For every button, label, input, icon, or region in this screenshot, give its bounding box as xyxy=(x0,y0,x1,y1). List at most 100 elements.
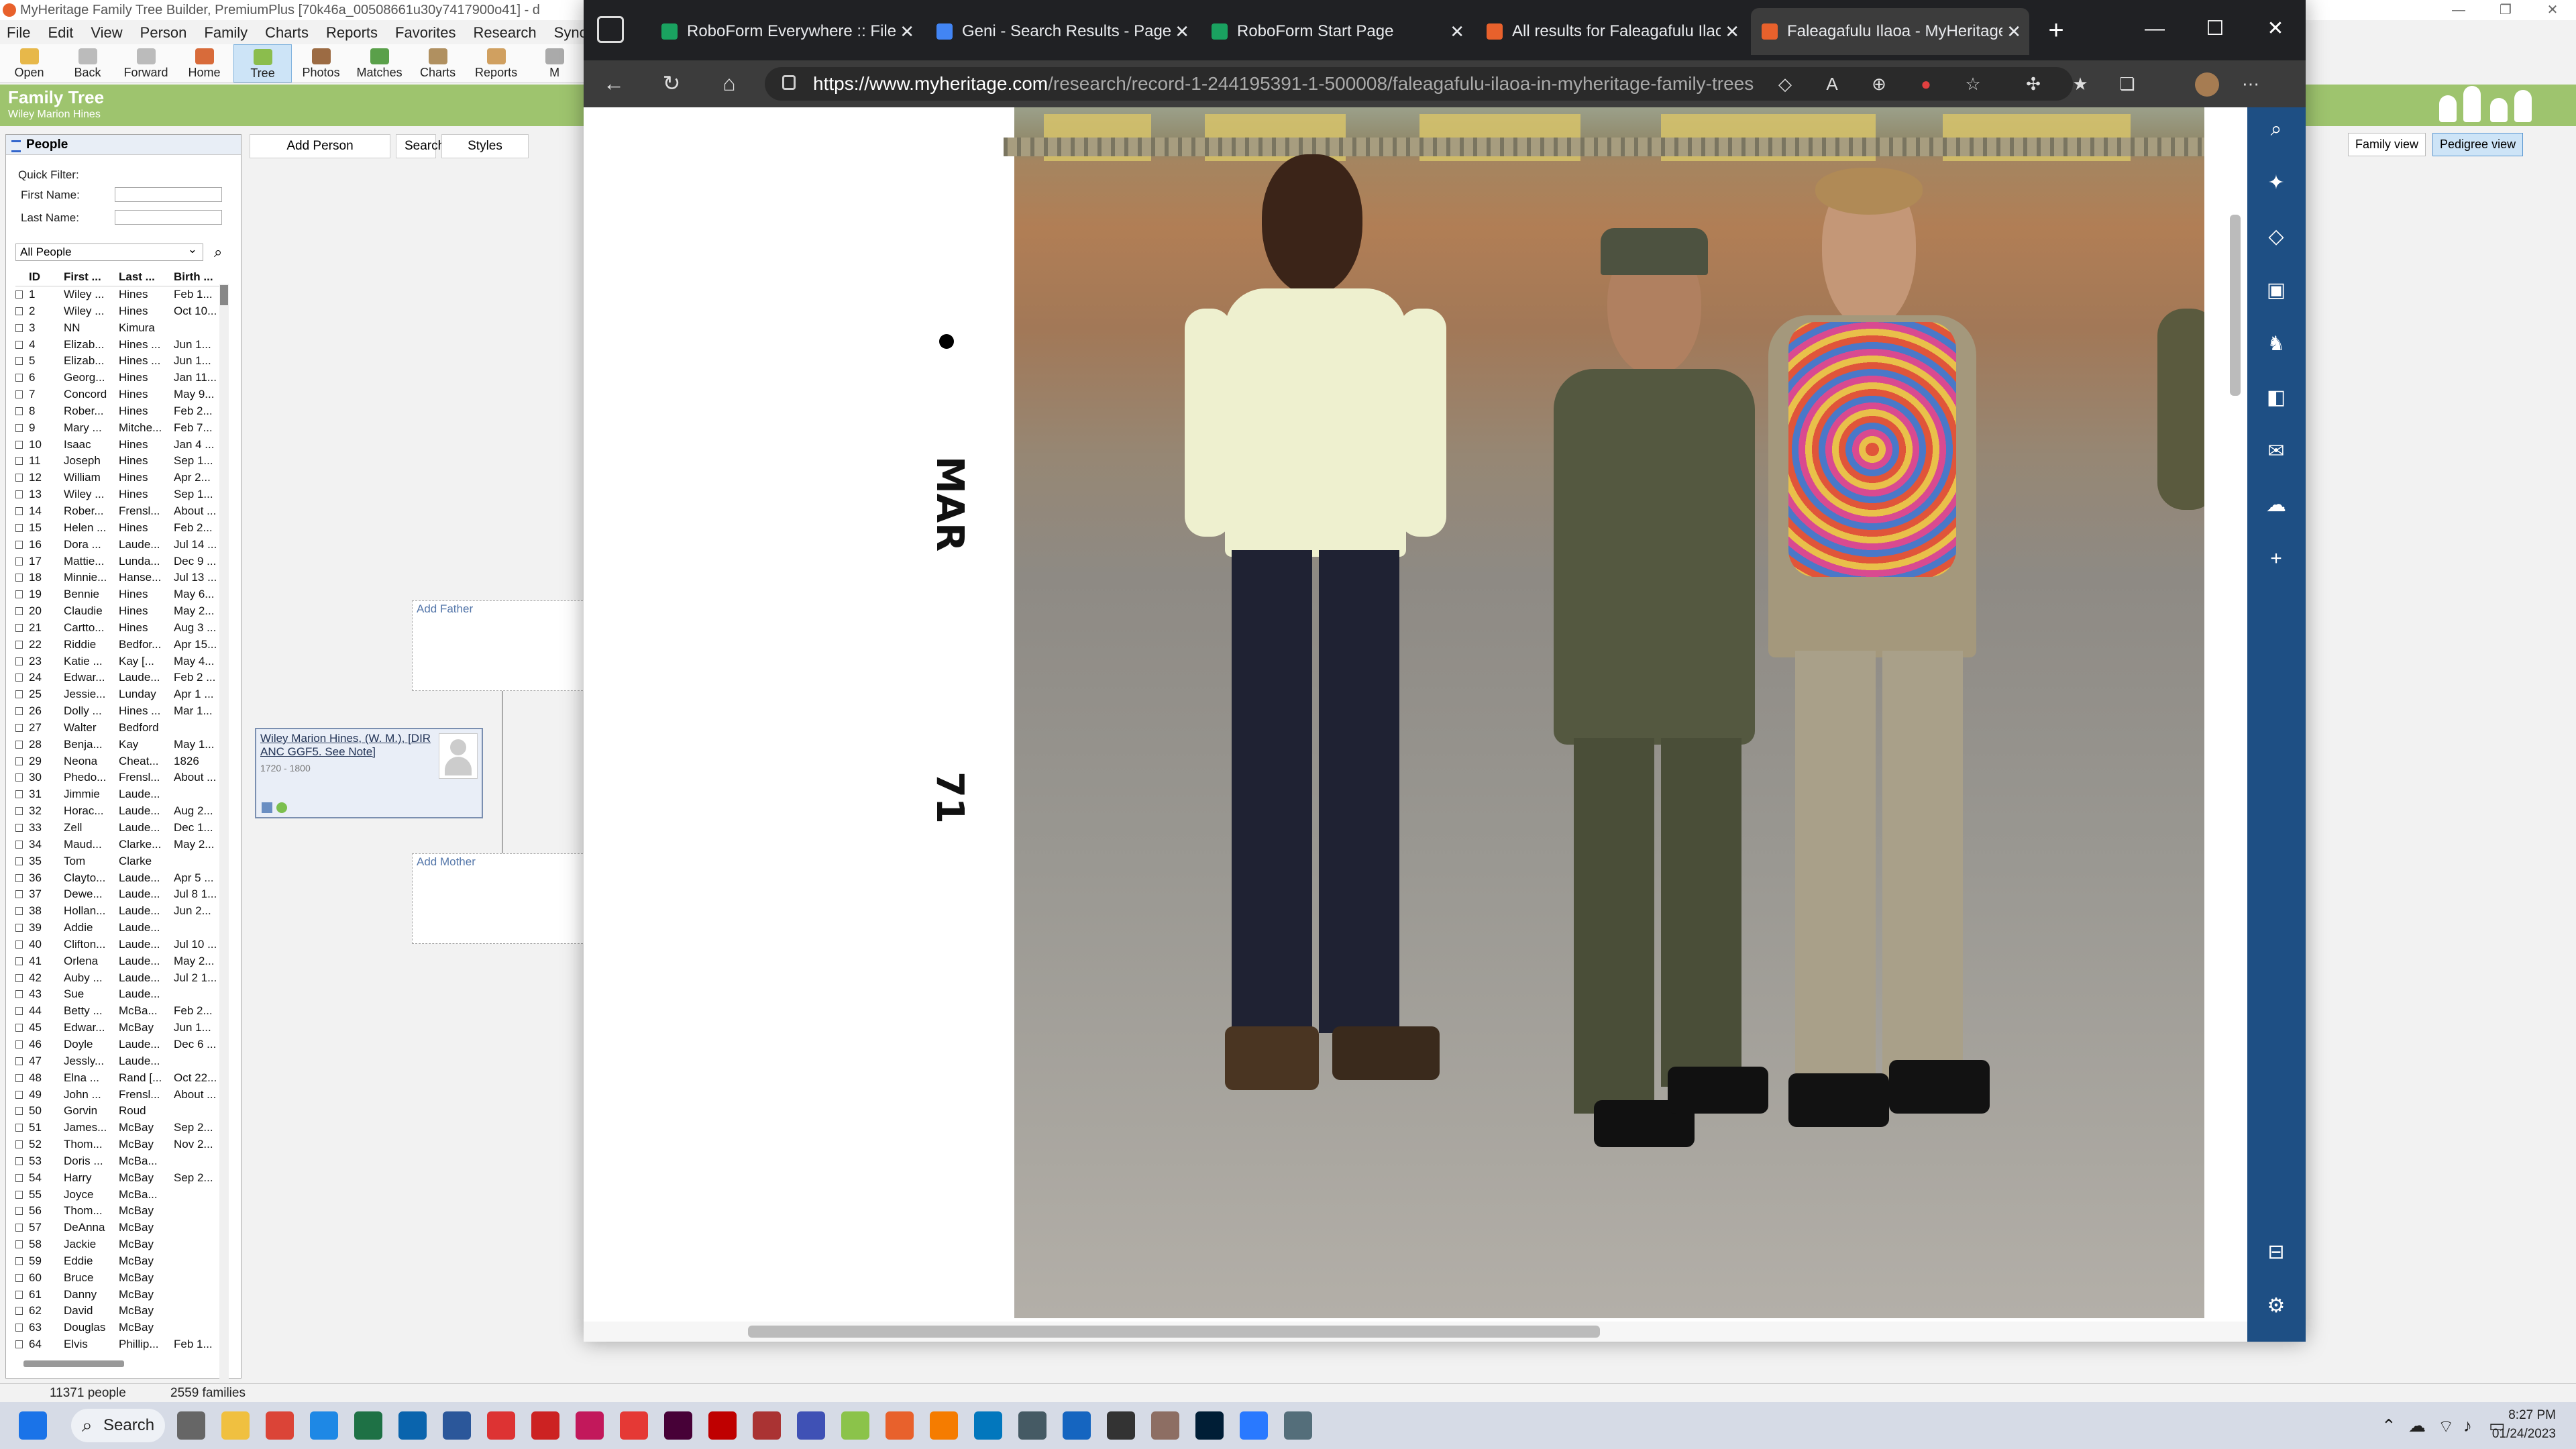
toolbar-tree-button[interactable]: Tree xyxy=(233,44,292,83)
table-row[interactable]: 9 Mary ... Mitche... Feb 7... xyxy=(15,420,229,437)
table-row[interactable]: 36 Clayto... Laude... Apr 5 ... xyxy=(15,870,229,887)
page-horizontal-scrollbar[interactable] xyxy=(584,1322,2247,1342)
favorite-add-icon[interactable]: ☆ xyxy=(1963,74,1983,94)
table-row[interactable]: 4 Elizab... Hines ... Jun 1... xyxy=(15,337,229,354)
outlook-icon[interactable]: ✉ xyxy=(2265,440,2288,463)
toolbar-more-button[interactable]: M xyxy=(525,44,584,83)
table-row[interactable]: 1 Wiley ... Hines Feb 1... xyxy=(15,286,229,303)
table-row[interactable]: 57 DeAnna McBay xyxy=(15,1220,229,1236)
table-row[interactable]: 44 Betty ... McBa... Feb 2... xyxy=(15,1003,229,1020)
table-row[interactable]: 38 Hollan... Laude... Jun 2... xyxy=(15,903,229,920)
photoshop-icon[interactable] xyxy=(1195,1411,1224,1440)
taskbar-clock[interactable]: 8:27 PM 01/24/2023 xyxy=(2492,1406,2556,1444)
menu-view[interactable]: View xyxy=(91,21,122,44)
table-row[interactable]: 12 William Hines Apr 2... xyxy=(15,470,229,486)
close-icon[interactable]: ✕ xyxy=(1450,8,1464,55)
table-row[interactable]: 61 Danny McBay xyxy=(15,1287,229,1303)
family-view-button[interactable]: Family view xyxy=(2348,133,2426,156)
green-ball-icon[interactable] xyxy=(841,1411,869,1440)
search-button[interactable]: Search xyxy=(396,134,445,158)
table-row[interactable]: 34 Maud... Clarke... May 2... xyxy=(15,837,229,853)
menu-reports[interactable]: Reports xyxy=(326,21,378,44)
sparkle-icon[interactable]: ✦ xyxy=(2265,172,2288,195)
task-view-icon[interactable] xyxy=(177,1411,205,1440)
table-row[interactable]: 5 Elizab... Hines ... Jun 1... xyxy=(15,353,229,370)
people-horizontal-scrollbar[interactable] xyxy=(23,1360,124,1367)
table-row[interactable]: 18 Minnie... Hanse... Jul 13 ... xyxy=(15,570,229,586)
misc-app-icon[interactable] xyxy=(1284,1411,1312,1440)
calendar-app-icon[interactable] xyxy=(1107,1411,1135,1440)
close-icon[interactable]: ✕ xyxy=(1725,8,1739,55)
tab-actions-icon[interactable] xyxy=(597,16,624,43)
table-row[interactable]: 15 Helen ... Hines Feb 2... xyxy=(15,520,229,537)
table-row[interactable]: 56 Thom... McBay xyxy=(15,1203,229,1220)
people-scrollbar[interactable] xyxy=(219,284,229,1449)
table-row[interactable]: 49 John ... Frensl... About ... xyxy=(15,1087,229,1104)
menu-research[interactable]: Research xyxy=(474,21,537,44)
table-row[interactable]: 26 Dolly ... Hines ... Mar 1... xyxy=(15,703,229,720)
tag-icon[interactable]: ◇ xyxy=(1775,74,1795,94)
toolbar-back-button[interactable]: Back xyxy=(58,44,117,83)
settings-icon[interactable]: ⚙ xyxy=(2265,1295,2288,1318)
first-name-input[interactable] xyxy=(115,187,222,202)
person-name[interactable]: Wiley Marion Hines, (W. M.), [DIR ANC GG… xyxy=(260,732,435,759)
page-vertical-scrollbar[interactable] xyxy=(2224,107,2247,1323)
tab-myheritage-record[interactable]: Faleagafulu Ilaoa - MyHeritage ✕ xyxy=(1751,8,2029,55)
edge-icon[interactable] xyxy=(310,1411,338,1440)
volume-icon[interactable]: ♪ xyxy=(2463,1415,2472,1436)
b-app-icon[interactable] xyxy=(531,1411,559,1440)
toolbar-open-button[interactable]: Open xyxy=(0,44,58,83)
column-header[interactable]: Last ... xyxy=(119,269,174,286)
table-row[interactable]: 17 Mattie... Lunda... Dec 9 ... xyxy=(15,553,229,570)
tab-roboform-files[interactable]: RoboForm Everywhere :: Files ✕ xyxy=(651,8,922,55)
styles-button[interactable]: Styles xyxy=(441,134,529,158)
acrobat-icon[interactable] xyxy=(487,1411,515,1440)
table-row[interactable]: 8 Rober... Hines Feb 2... xyxy=(15,403,229,420)
tab-roboform-start[interactable]: RoboForm Start Page ✕ xyxy=(1201,8,1472,55)
record-photo[interactable] xyxy=(1004,107,2204,1318)
outlook-icon[interactable] xyxy=(398,1411,427,1440)
menu-file[interactable]: File xyxy=(7,21,30,44)
table-row[interactable]: 33 Zell Laude... Dec 1... xyxy=(15,820,229,837)
table-row[interactable]: 10 Isaac Hines Jan 4 ... xyxy=(15,437,229,453)
table-row[interactable]: 32 Horac... Laude... Aug 2... xyxy=(15,803,229,820)
app-maximize-button[interactable]: ❐ xyxy=(2482,0,2529,20)
toolbar-photos-button[interactable]: Photos xyxy=(292,44,350,83)
table-row[interactable]: 19 Bennie Hines May 6... xyxy=(15,586,229,603)
notepad-icon[interactable] xyxy=(1063,1411,1091,1440)
table-row[interactable]: 14 Rober... Frensl... About ... xyxy=(15,503,229,520)
match-icon[interactable] xyxy=(276,802,287,813)
column-header[interactable]: First ... xyxy=(64,269,119,286)
table-row[interactable]: 23 Katie ... Kay [... May 4... xyxy=(15,653,229,670)
dreamweaver-icon[interactable] xyxy=(664,1411,692,1440)
table-row[interactable]: 59 Eddie McBay xyxy=(15,1253,229,1270)
tag-icon[interactable]: ◇ xyxy=(2265,225,2288,248)
close-button[interactable]: ✕ xyxy=(2245,0,2306,60)
table-row[interactable]: 60 Bruce McBay xyxy=(15,1270,229,1287)
search-icon[interactable]: ⌕ xyxy=(2265,118,2288,141)
rootsmagic-icon[interactable] xyxy=(753,1411,781,1440)
table-row[interactable]: 51 James... McBay Sep 2... xyxy=(15,1120,229,1136)
table-row[interactable]: 35 Tom Clarke xyxy=(15,853,229,870)
last-name-input[interactable] xyxy=(115,210,222,225)
table-row[interactable]: 16 Dora ... Laude... Jul 14 ... xyxy=(15,537,229,553)
home-icon[interactable]: ⌂ xyxy=(715,70,743,98)
taskbar-search[interactable]: Search xyxy=(71,1409,165,1442)
toolbar-forward-button[interactable]: Forward xyxy=(117,44,175,83)
toolbar-charts-button[interactable]: Charts xyxy=(409,44,467,83)
tab-myheritage-results[interactable]: All results for Faleagafulu Ilao ✕ xyxy=(1476,8,1748,55)
tray-chevron-icon[interactable]: ⌃ xyxy=(2381,1415,2396,1436)
table-row[interactable]: 43 Sue Laude... xyxy=(15,986,229,1003)
onedrive-icon[interactable]: ☁ xyxy=(2408,1415,2426,1436)
myheritage-icon[interactable] xyxy=(885,1411,914,1440)
table-row[interactable]: 47 Jessly... Laude... xyxy=(15,1053,229,1070)
table-row[interactable]: 28 Benja... Kay May 1... xyxy=(15,737,229,753)
app-minimize-button[interactable]: — xyxy=(2435,0,2482,20)
wifi-icon[interactable]: ⌔ xyxy=(2438,1415,2454,1438)
table-row[interactable]: 54 Harry McBay Sep 2... xyxy=(15,1170,229,1187)
table-row[interactable]: 39 Addie Laude... xyxy=(15,920,229,936)
menu-charts[interactable]: Charts xyxy=(265,21,309,44)
table-row[interactable]: 52 Thom... McBay Nov 2... xyxy=(15,1136,229,1153)
filezilla-icon[interactable] xyxy=(708,1411,737,1440)
table-row[interactable]: 29 Neona Cheat... 1826 xyxy=(15,753,229,770)
